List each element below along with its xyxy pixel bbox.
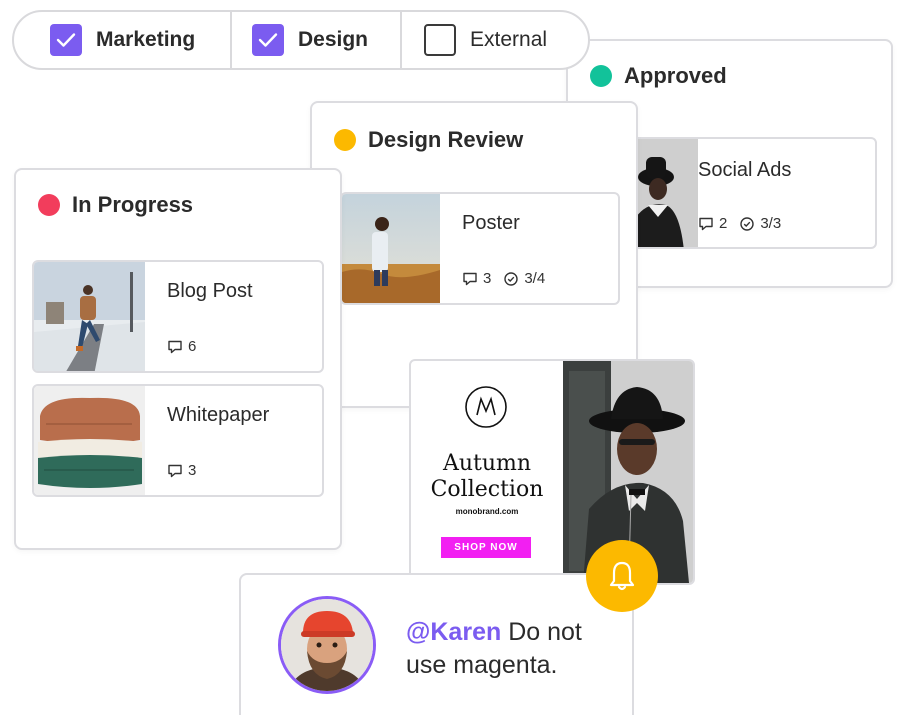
comment-icon bbox=[168, 340, 182, 353]
card-blog-post[interactable]: Blog Post 6 bbox=[32, 260, 324, 373]
column-header: In Progress bbox=[38, 192, 193, 218]
notification-bell-button[interactable] bbox=[586, 540, 658, 612]
card-title: Blog Post bbox=[167, 280, 253, 302]
task-count: 3/4 bbox=[524, 270, 546, 287]
status-dot bbox=[590, 65, 612, 87]
check-icon bbox=[258, 33, 278, 47]
card-meta: 2 3/3 bbox=[698, 215, 793, 232]
monogram-logo-icon bbox=[465, 386, 507, 428]
task-check-icon bbox=[740, 216, 755, 231]
card-title: Social Ads bbox=[698, 159, 792, 181]
filter-marketing[interactable]: Marketing bbox=[14, 12, 230, 68]
card-meta: 6 bbox=[167, 338, 208, 355]
marketing-checkbox[interactable] bbox=[50, 24, 82, 56]
ad-shop-now-button[interactable]: SHOP NOW bbox=[441, 537, 531, 558]
ad-preview[interactable]: Autumn Collection monobrand.com SHOP NOW bbox=[409, 359, 695, 585]
comment-mention[interactable]: @Karen bbox=[406, 618, 501, 646]
filter-external[interactable]: External bbox=[400, 12, 588, 68]
filter-label: Design bbox=[298, 28, 369, 51]
card-whitepaper[interactable]: Whitepaper 3 bbox=[32, 384, 324, 497]
filter-label: External bbox=[470, 28, 548, 51]
card-poster[interactable]: Poster 3 3/4 bbox=[340, 192, 620, 305]
comment-icon bbox=[699, 217, 713, 230]
task-count: 3/3 bbox=[760, 215, 782, 232]
card-social-ads[interactable]: Social Ads 2 3/3 bbox=[616, 137, 877, 249]
comment-count: 3 bbox=[483, 270, 492, 287]
ad-headline: Autumn Collection bbox=[411, 451, 563, 503]
avatar bbox=[278, 596, 376, 694]
comment-card[interactable]: @Karen Do not use magenta. bbox=[239, 573, 634, 715]
task-check-icon bbox=[504, 271, 519, 286]
card-meta: 3 3/4 bbox=[462, 270, 557, 287]
filter-design[interactable]: Design bbox=[230, 12, 400, 68]
column-title: In Progress bbox=[72, 192, 194, 217]
column-header: Approved bbox=[590, 63, 727, 89]
ad-headline-line: Collection bbox=[430, 477, 544, 502]
comment-text: @Karen Do not use magenta. bbox=[406, 616, 616, 682]
comment-count: 2 bbox=[719, 215, 728, 232]
status-dot bbox=[334, 129, 356, 151]
column-header: Design Review bbox=[334, 127, 523, 153]
column-title: Design Review bbox=[368, 127, 524, 152]
comment-count: 3 bbox=[188, 462, 197, 479]
design-checkbox[interactable] bbox=[252, 24, 284, 56]
card-title: Whitepaper bbox=[167, 404, 270, 426]
external-checkbox[interactable] bbox=[424, 24, 456, 56]
card-title: Poster bbox=[462, 212, 520, 234]
column-in-progress: In Progress Blog Post 6 Whitepaper 3 bbox=[14, 168, 342, 550]
card-thumbnail bbox=[342, 194, 440, 303]
ad-copy-panel: Autumn Collection monobrand.com SHOP NOW bbox=[411, 361, 563, 583]
column-title: Approved bbox=[624, 63, 727, 88]
check-icon bbox=[56, 33, 76, 47]
ad-headline-line: Autumn bbox=[442, 451, 532, 476]
comment-icon bbox=[168, 464, 182, 477]
comment-icon bbox=[463, 272, 477, 285]
card-meta: 3 bbox=[167, 462, 208, 479]
comment-count: 6 bbox=[188, 338, 197, 355]
status-dot bbox=[38, 194, 60, 216]
filter-bar: Marketing Design External bbox=[12, 10, 590, 70]
card-thumbnail bbox=[34, 386, 145, 495]
bell-icon bbox=[609, 561, 635, 591]
card-thumbnail bbox=[34, 262, 145, 371]
ad-site-url: monobrand.com bbox=[455, 507, 519, 516]
filter-label: Marketing bbox=[96, 28, 196, 51]
